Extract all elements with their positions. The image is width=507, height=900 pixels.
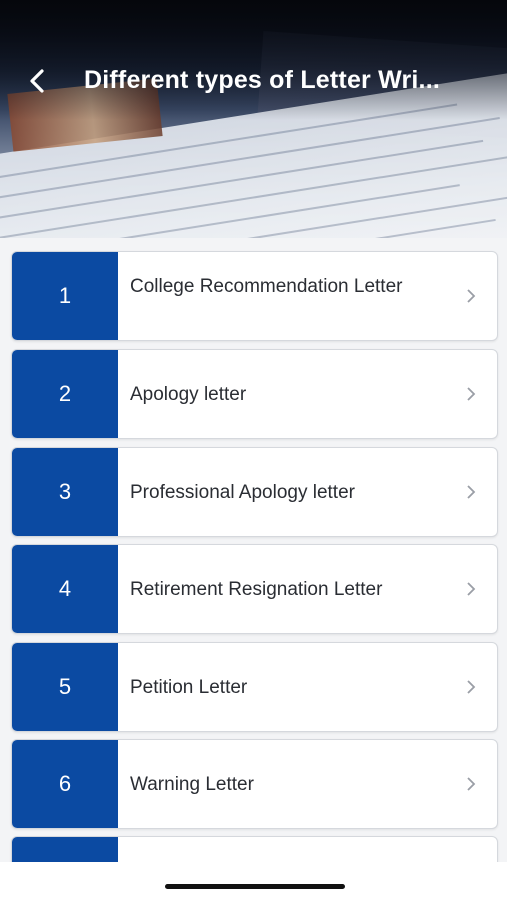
item-number: 6 [12, 740, 118, 828]
back-button[interactable] [22, 64, 52, 98]
item-number: 5 [12, 643, 118, 731]
page-title: Different types of Letter Wri... [84, 66, 440, 94]
chevron-right-icon [467, 680, 476, 694]
item-number: 2 [12, 350, 118, 438]
list-item[interactable]: 6 Warning Letter [11, 739, 498, 829]
list-item[interactable]: 5 Petition Letter [11, 642, 498, 732]
item-number [12, 837, 118, 862]
header-banner: Different types of Letter Wri... [0, 0, 507, 238]
item-number: 4 [12, 545, 118, 633]
item-label: Apology letter [130, 384, 247, 405]
chevron-right-icon [467, 289, 476, 303]
list-item[interactable] [11, 836, 498, 862]
item-number: 1 [12, 252, 118, 340]
item-label: Warning Letter [130, 774, 254, 795]
home-indicator[interactable] [165, 884, 345, 889]
chevron-right-icon [467, 777, 476, 791]
list-item[interactable]: 4 Retirement Resignation Letter [11, 544, 498, 634]
item-label: Professional Apology letter [130, 482, 355, 503]
item-label: Petition Letter [130, 677, 248, 698]
chevron-right-icon [467, 387, 476, 401]
item-label: College Recommendation Letter [130, 276, 403, 297]
letter-list[interactable]: 1 College Recommendation Letter 2 Apolog… [0, 238, 507, 862]
item-number: 3 [12, 448, 118, 536]
list-item[interactable]: 3 Professional Apology letter [11, 447, 498, 537]
item-label: Retirement Resignation Letter [130, 579, 383, 600]
list-item[interactable]: 2 Apology letter [11, 349, 498, 439]
chevron-left-icon [30, 69, 44, 93]
chevron-right-icon [467, 582, 476, 596]
header-shade [0, 0, 507, 120]
chevron-right-icon [467, 485, 476, 499]
list-item[interactable]: 1 College Recommendation Letter [11, 251, 498, 341]
